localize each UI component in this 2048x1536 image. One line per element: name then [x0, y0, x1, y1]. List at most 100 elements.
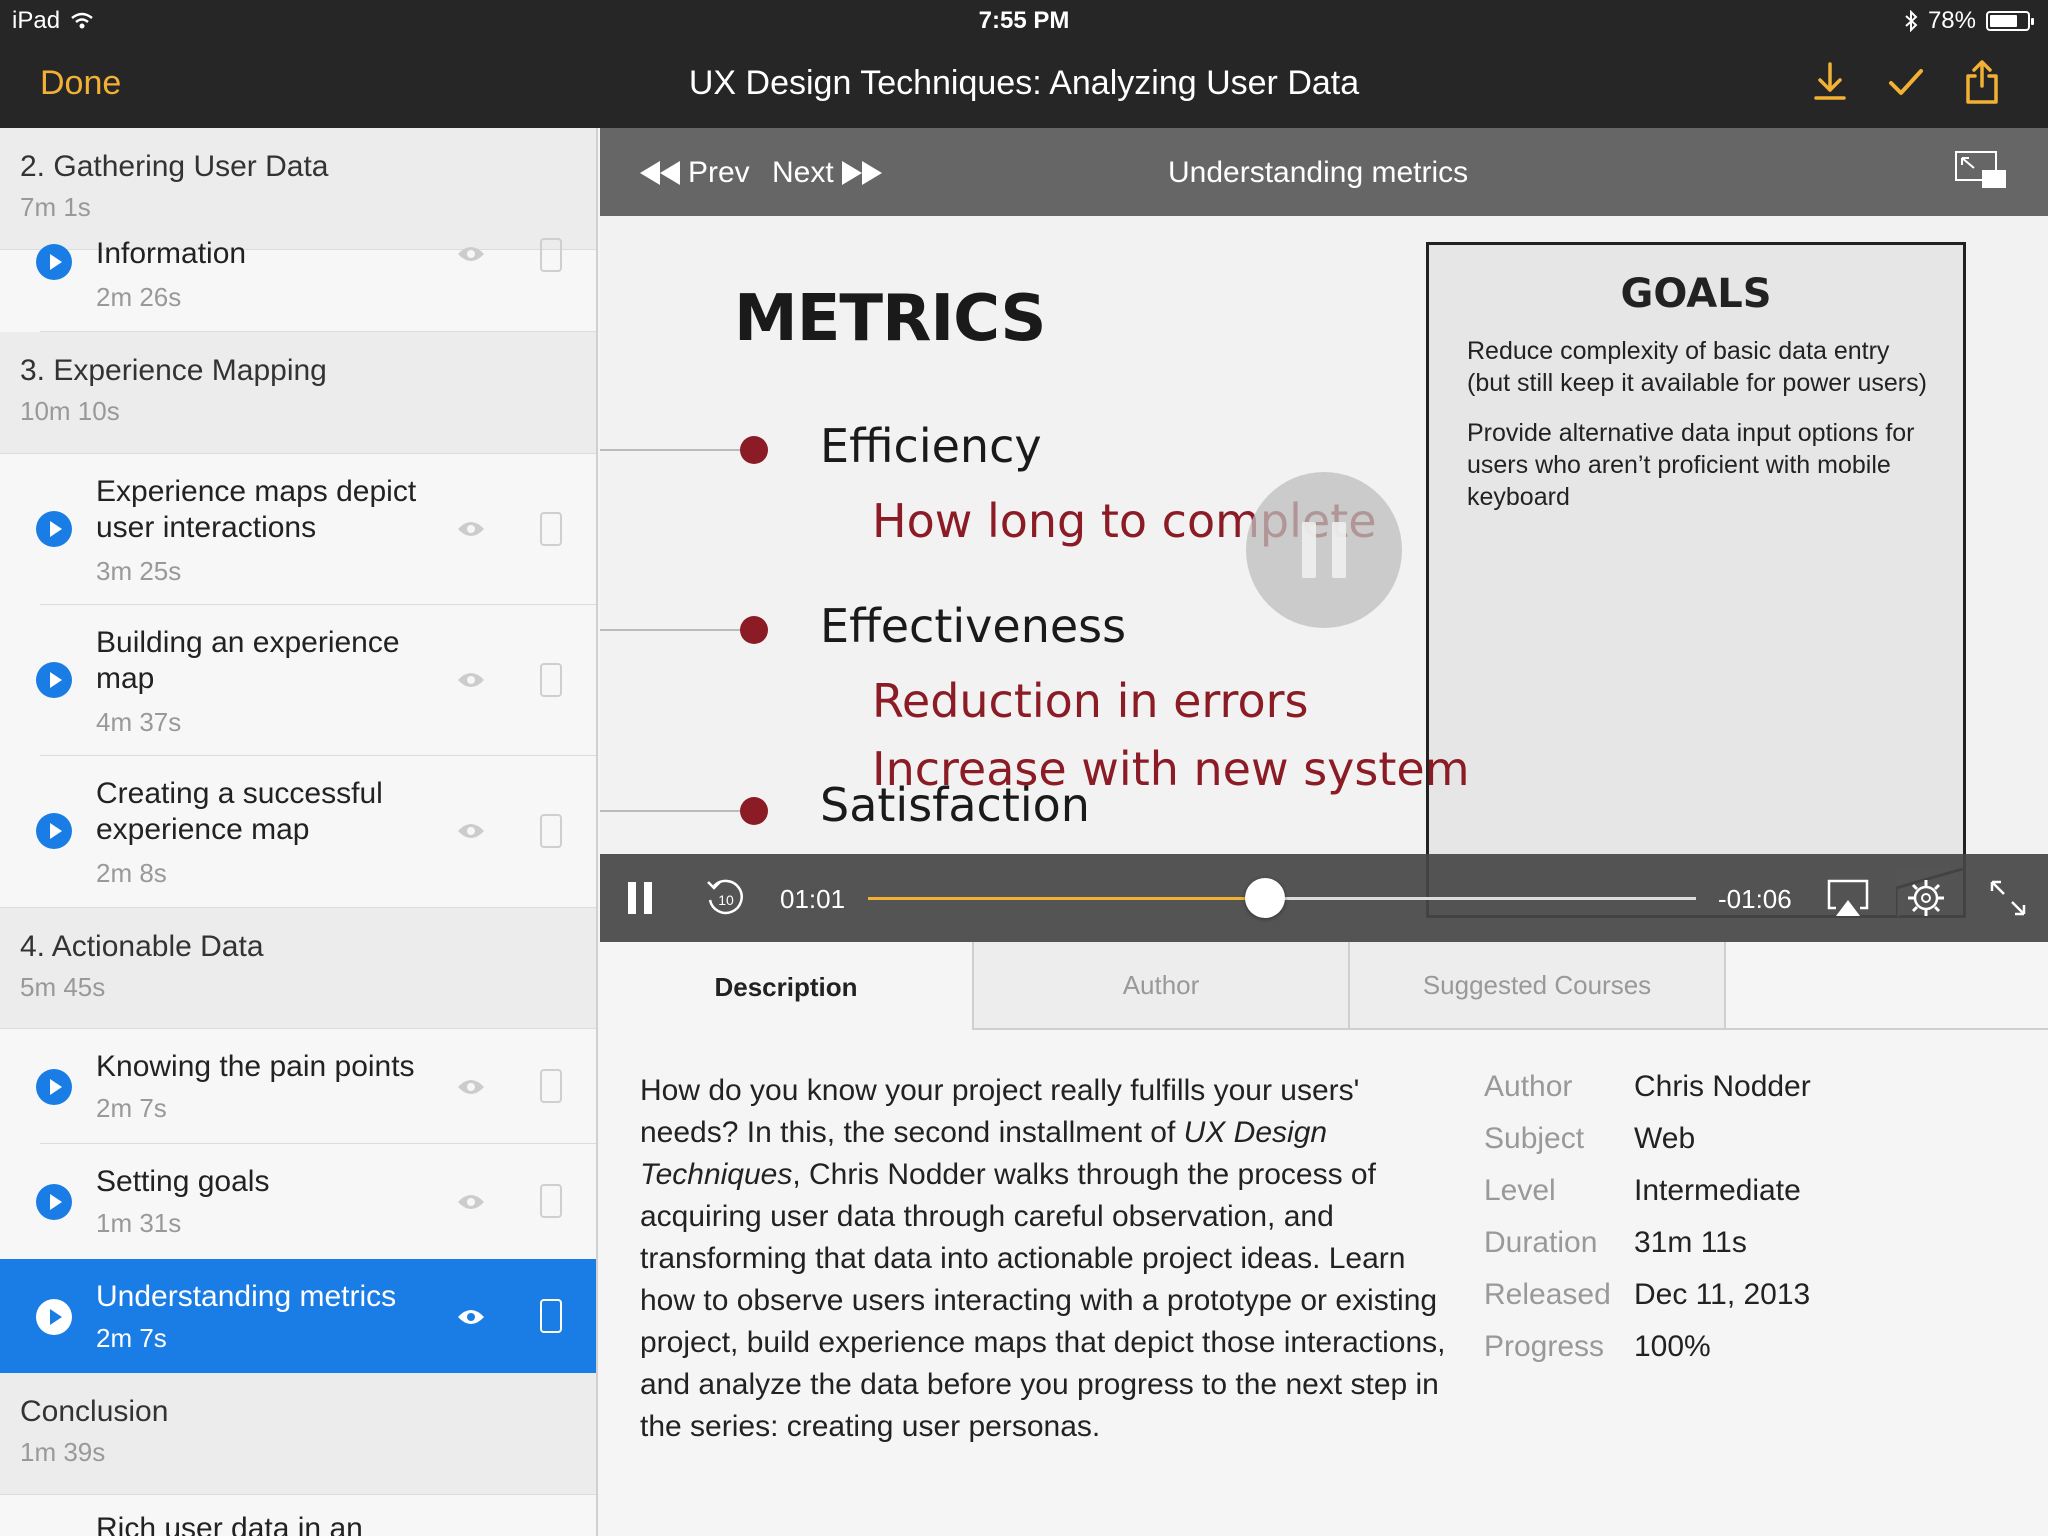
- download-icon[interactable]: [1812, 60, 1848, 104]
- item-duration: 2m 8s: [96, 858, 167, 888]
- course-description: How do you know your project really fulf…: [640, 1070, 1460, 1448]
- battery-percent: 78%: [1927, 7, 1976, 34]
- play-icon[interactable]: [36, 1299, 72, 1335]
- course-metadata: Author Chris Nodder Subject Web Level Inter…: [1484, 1070, 1811, 1382]
- eye-icon[interactable]: [456, 1307, 486, 1327]
- eye-icon[interactable]: [456, 1192, 486, 1212]
- tab-suggested-courses[interactable]: Suggested Courses: [1348, 942, 1726, 1030]
- meta-row: Progress 100%: [1484, 1330, 1811, 1382]
- chapter-list[interactable]: 2. Gathering User Data 7m 1s Information…: [0, 128, 598, 1536]
- video-title: Understanding metrics: [1168, 156, 1469, 189]
- item-duration: 2m 7s: [96, 1323, 167, 1353]
- meta-row: Subject Web: [1484, 1122, 1811, 1174]
- meta-key: Progress: [1484, 1330, 1605, 1363]
- tab-author[interactable]: Author: [972, 942, 1350, 1030]
- eye-icon[interactable]: [456, 519, 486, 539]
- next-button[interactable]: Next: [772, 156, 882, 190]
- nav-bar: Done UX Design Techniques: Analyzing Use…: [0, 44, 2048, 128]
- meta-value: 31m 11s: [1634, 1226, 1747, 1259]
- pause-overlay-icon[interactable]: [1246, 472, 1402, 628]
- section-header[interactable]: Conclusion 1m 39s: [0, 1373, 596, 1495]
- meta-value: Intermediate: [1634, 1174, 1801, 1207]
- scrubber[interactable]: [868, 878, 1696, 918]
- prev-label: Prev: [688, 156, 750, 189]
- goals-card: GOALS Reduce complexity of basic data en…: [1426, 242, 1966, 918]
- item-label: Building an experience map: [96, 626, 400, 695]
- list-item[interactable]: Experience maps depict user interactions…: [0, 454, 596, 605]
- video-player[interactable]: Prev Next Understanding metrics METRICS …: [600, 128, 2048, 942]
- device-icon[interactable]: [540, 1184, 562, 1218]
- prev-button[interactable]: Prev: [640, 156, 750, 190]
- status-bar: iPad 7:55 PM 78%: [0, 0, 2048, 44]
- item-duration: 3m 25s: [96, 556, 182, 586]
- item-label: Rich user data in an: [96, 1512, 363, 1536]
- section-title: Conclusion: [20, 1395, 169, 1428]
- eye-icon[interactable]: [456, 821, 486, 841]
- picture-in-picture-icon[interactable]: [1954, 150, 2008, 190]
- tab-description[interactable]: Description: [600, 942, 972, 1032]
- video-top-bar: Prev Next Understanding metrics: [600, 128, 2048, 216]
- list-item[interactable]: Creating a successful experience map 2m …: [0, 756, 596, 907]
- meta-key: Level: [1484, 1174, 1556, 1207]
- device-icon[interactable]: [540, 1069, 562, 1103]
- eye-icon[interactable]: [456, 670, 486, 690]
- list-item[interactable]: Building an experience map 4m 37s: [0, 605, 596, 756]
- goal-text: Provide alternative data input options f…: [1467, 419, 1915, 511]
- section-duration: 1m 39s: [20, 1437, 106, 1467]
- airplay-icon[interactable]: [1826, 878, 1870, 918]
- share-icon[interactable]: [1964, 60, 2000, 104]
- list-item[interactable]: Setting goals 1m 31s: [0, 1144, 596, 1259]
- play-icon[interactable]: [36, 244, 72, 280]
- replay-10-icon[interactable]: 10: [704, 876, 748, 920]
- divider: [600, 449, 740, 451]
- meta-row: Duration 31m 11s: [1484, 1226, 1811, 1278]
- device-icon[interactable]: [540, 814, 562, 848]
- divider: [600, 810, 740, 812]
- gear-icon[interactable]: [1906, 878, 1946, 918]
- play-icon[interactable]: [36, 813, 72, 849]
- section-title: 3. Experience Mapping: [20, 354, 327, 387]
- list-item-active[interactable]: Understanding metrics 2m 7s: [0, 1259, 596, 1373]
- item-duration: 4m 37s: [96, 707, 182, 737]
- play-icon[interactable]: [36, 1069, 72, 1105]
- device-icon[interactable]: [540, 1299, 562, 1333]
- play-icon[interactable]: [36, 511, 72, 547]
- play-icon[interactable]: [36, 662, 72, 698]
- play-icon[interactable]: [36, 1184, 72, 1220]
- list-item[interactable]: Information 2m 26s: [0, 237, 596, 332]
- device-icon[interactable]: [540, 512, 562, 546]
- item-duration: 1m 31s: [96, 1208, 182, 1238]
- list-item[interactable]: Rich user data in an: [0, 1495, 596, 1536]
- section-title: 4. Actionable Data: [20, 930, 264, 963]
- meta-value: Dec 11, 2013: [1634, 1278, 1811, 1311]
- status-time: 7:55 PM: [978, 7, 1070, 34]
- meta-key: Duration: [1484, 1226, 1598, 1259]
- section-title: 2. Gathering User Data: [20, 150, 329, 183]
- video-controls: Increase with new system 10 01:01 -01:06: [600, 742, 2048, 942]
- pause-icon[interactable]: [628, 882, 652, 914]
- eye-icon[interactable]: [456, 1077, 486, 1097]
- meta-value: Web: [1634, 1122, 1696, 1155]
- list-item[interactable]: Knowing the pain points 2m 7s: [0, 1029, 596, 1144]
- slide-heading: METRICS: [734, 282, 1046, 356]
- app: iPad 7:55 PM 78% Done UX Design Techniqu…: [0, 0, 2048, 1536]
- meta-value: Chris Nodder: [1634, 1070, 1811, 1103]
- metric-detail: Increase with new system: [872, 742, 1470, 796]
- eye-icon[interactable]: [456, 244, 486, 264]
- item-label: Creating a successful experience map: [96, 777, 383, 846]
- scrubber-thumb[interactable]: [1245, 878, 1286, 918]
- section-header[interactable]: 2. Gathering User Data 7m 1s: [0, 128, 596, 250]
- next-label: Next: [772, 156, 834, 189]
- rewind-prev-icon: [640, 161, 680, 185]
- meta-row: Author Chris Nodder: [1484, 1070, 1811, 1122]
- section-duration: 5m 45s: [20, 972, 106, 1002]
- section-header[interactable]: 3. Experience Mapping 10m 10s: [0, 332, 596, 454]
- device-icon[interactable]: [540, 238, 562, 272]
- remaining-time: -01:06: [1718, 884, 1792, 914]
- device-icon[interactable]: [540, 663, 562, 697]
- section-header[interactable]: 4. Actionable Data 5m 45s: [0, 907, 596, 1029]
- item-label: Setting goals: [96, 1165, 270, 1198]
- checkmark-icon[interactable]: [1888, 60, 1924, 104]
- fullscreen-icon[interactable]: [1988, 878, 2028, 918]
- meta-row: Released Dec 11, 2013: [1484, 1278, 1811, 1330]
